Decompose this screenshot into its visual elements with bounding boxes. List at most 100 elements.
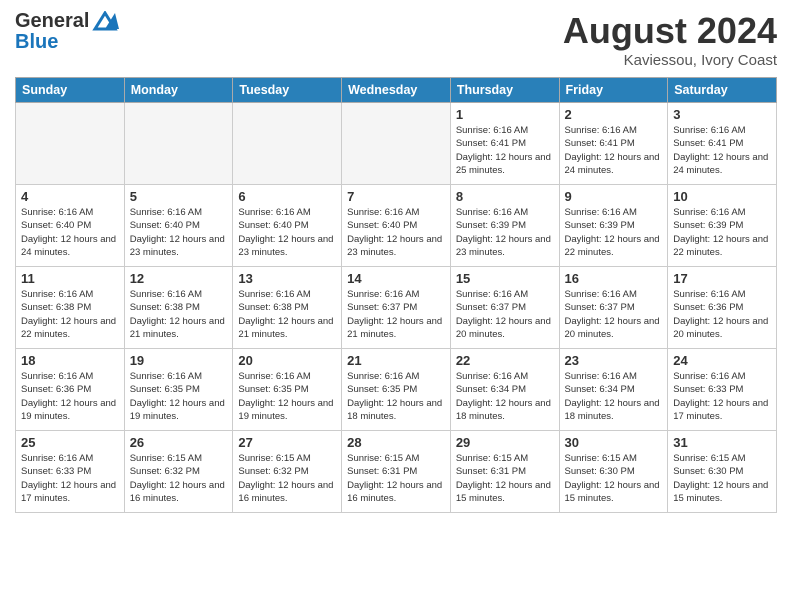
calendar-cell: 14Sunrise: 6:16 AM Sunset: 6:37 PM Dayli… — [342, 267, 451, 349]
day-info: Sunrise: 6:16 AM Sunset: 6:37 PM Dayligh… — [456, 288, 554, 341]
day-number: 21 — [347, 353, 445, 368]
day-info: Sunrise: 6:16 AM Sunset: 6:38 PM Dayligh… — [238, 288, 336, 341]
day-info: Sunrise: 6:15 AM Sunset: 6:31 PM Dayligh… — [347, 452, 445, 505]
logo: General Blue — [15, 10, 119, 54]
day-number: 10 — [673, 189, 771, 204]
weekday-header-tuesday: Tuesday — [233, 78, 342, 103]
weekday-header-wednesday: Wednesday — [342, 78, 451, 103]
day-info: Sunrise: 6:15 AM Sunset: 6:32 PM Dayligh… — [130, 452, 228, 505]
day-info: Sunrise: 6:16 AM Sunset: 6:33 PM Dayligh… — [21, 452, 119, 505]
calendar-cell: 5 Sunrise: 6:16 AM Sunset: 6:40 PM Daylig… — [124, 185, 233, 267]
day-number: 2 — [565, 107, 663, 122]
calendar-cell: 26 Sunrise: 6:15 AM Sunset: 6:32 PM Dayli… — [124, 431, 233, 513]
calendar-cell: 13 Sunrise: 6:16 AM Sunset: 6:38 PM Dayli… — [233, 267, 342, 349]
calendar-cell — [124, 103, 233, 185]
day-info: Sunrise: 6:16 AM Sunset: 6:41 PM Dayligh… — [673, 124, 771, 177]
calendar-cell: 15 Sunrise: 6:16 AM Sunset: 6:37 PM Dayli… — [450, 267, 559, 349]
day-info: Sunrise: 6:16 AM Sunset: 6:38 PM Dayligh… — [130, 288, 228, 341]
day-info: Sunrise: 6:16 AM Sunset: 6:38 PM Dayligh… — [21, 288, 119, 341]
calendar-cell: 8Sunrise: 6:16 AM Sunset: 6:39 PM Daylig… — [450, 185, 559, 267]
calendar-cell: 22Sunrise: 6:16 AM Sunset: 6:34 PM Dayli… — [450, 349, 559, 431]
day-number: 12 — [130, 271, 228, 286]
day-number: 25 — [21, 435, 119, 450]
calendar-cell: 6 Sunrise: 6:16 AM Sunset: 6:40 PM Daylig… — [233, 185, 342, 267]
calendar-cell: 19 Sunrise: 6:16 AM Sunset: 6:35 PM Dayli… — [124, 349, 233, 431]
calendar-cell: 4 Sunrise: 6:16 AM Sunset: 6:40 PM Daylig… — [16, 185, 125, 267]
day-number: 15 — [456, 271, 554, 286]
calendar-cell: 31 Sunrise: 6:15 AM Sunset: 6:30 PM Dayli… — [668, 431, 777, 513]
calendar-cell: 17 Sunrise: 6:16 AM Sunset: 6:36 PM Dayli… — [668, 267, 777, 349]
day-info: Sunrise: 6:16 AM Sunset: 6:40 PM Dayligh… — [238, 206, 336, 259]
calendar-cell: 1 Sunrise: 6:16 AM Sunset: 6:41 PM Daylig… — [450, 103, 559, 185]
day-number: 3 — [673, 107, 771, 122]
calendar-cell: 30Sunrise: 6:15 AM Sunset: 6:30 PM Dayli… — [559, 431, 668, 513]
day-info: Sunrise: 6:16 AM Sunset: 6:37 PM Dayligh… — [565, 288, 663, 341]
day-info: Sunrise: 6:16 AM Sunset: 6:39 PM Dayligh… — [673, 206, 771, 259]
day-number: 31 — [673, 435, 771, 450]
calendar-cell: 10 Sunrise: 6:16 AM Sunset: 6:39 PM Dayli… — [668, 185, 777, 267]
weekday-header-thursday: Thursday — [450, 78, 559, 103]
location-title: Kaviessou, Ivory Coast — [563, 52, 777, 69]
day-number: 7 — [347, 189, 445, 204]
day-number: 22 — [456, 353, 554, 368]
day-number: 11 — [21, 271, 119, 286]
calendar-cell: 2 Sunrise: 6:16 AM Sunset: 6:41 PM Daylig… — [559, 103, 668, 185]
day-number: 20 — [238, 353, 336, 368]
calendar-cell: 27 Sunrise: 6:15 AM Sunset: 6:32 PM Dayli… — [233, 431, 342, 513]
day-info: Sunrise: 6:16 AM Sunset: 6:39 PM Dayligh… — [456, 206, 554, 259]
calendar-table: SundayMondayTuesdayWednesdayThursdayFrid… — [15, 77, 777, 513]
day-info: Sunrise: 6:16 AM Sunset: 6:35 PM Dayligh… — [238, 370, 336, 423]
day-number: 23 — [565, 353, 663, 368]
calendar-cell: 16 Sunrise: 6:16 AM Sunset: 6:37 PM Dayli… — [559, 267, 668, 349]
day-number: 28 — [347, 435, 445, 450]
day-info: Sunrise: 6:16 AM Sunset: 6:39 PM Dayligh… — [565, 206, 663, 259]
calendar-cell: 18 Sunrise: 6:16 AM Sunset: 6:36 PM Dayli… — [16, 349, 125, 431]
day-number: 17 — [673, 271, 771, 286]
day-info: Sunrise: 6:16 AM Sunset: 6:40 PM Dayligh… — [347, 206, 445, 259]
day-number: 30 — [565, 435, 663, 450]
calendar-cell: 12 Sunrise: 6:16 AM Sunset: 6:38 PM Dayli… — [124, 267, 233, 349]
day-number: 1 — [456, 107, 554, 122]
day-info: Sunrise: 6:16 AM Sunset: 6:40 PM Dayligh… — [130, 206, 228, 259]
day-number: 13 — [238, 271, 336, 286]
day-number: 19 — [130, 353, 228, 368]
calendar-cell: 24 Sunrise: 6:16 AM Sunset: 6:33 PM Dayli… — [668, 349, 777, 431]
calendar-cell: 11 Sunrise: 6:16 AM Sunset: 6:38 PM Dayli… — [16, 267, 125, 349]
day-number: 29 — [456, 435, 554, 450]
day-info: Sunrise: 6:16 AM Sunset: 6:33 PM Dayligh… — [673, 370, 771, 423]
calendar-cell: 3 Sunrise: 6:16 AM Sunset: 6:41 PM Daylig… — [668, 103, 777, 185]
day-number: 16 — [565, 271, 663, 286]
weekday-header-sunday: Sunday — [16, 78, 125, 103]
day-info: Sunrise: 6:16 AM Sunset: 6:36 PM Dayligh… — [21, 370, 119, 423]
calendar-cell: 9 Sunrise: 6:16 AM Sunset: 6:39 PM Daylig… — [559, 185, 668, 267]
calendar-cell: 7 Sunrise: 6:16 AM Sunset: 6:40 PM Daylig… — [342, 185, 451, 267]
day-info: Sunrise: 6:16 AM Sunset: 6:41 PM Dayligh… — [456, 124, 554, 177]
calendar-cell: 25 Sunrise: 6:16 AM Sunset: 6:33 PM Dayli… — [16, 431, 125, 513]
day-info: Sunrise: 6:16 AM Sunset: 6:40 PM Dayligh… — [21, 206, 119, 259]
weekday-header-saturday: Saturday — [668, 78, 777, 103]
day-number: 9 — [565, 189, 663, 204]
day-info: Sunrise: 6:16 AM Sunset: 6:41 PM Dayligh… — [565, 124, 663, 177]
calendar-cell: 21Sunrise: 6:16 AM Sunset: 6:35 PM Dayli… — [342, 349, 451, 431]
page-container: General Blue August 2024 Kaviessou, Ivor… — [0, 0, 792, 523]
day-number: 18 — [21, 353, 119, 368]
day-number: 24 — [673, 353, 771, 368]
calendar-cell: 23Sunrise: 6:16 AM Sunset: 6:34 PM Dayli… — [559, 349, 668, 431]
day-info: Sunrise: 6:15 AM Sunset: 6:30 PM Dayligh… — [673, 452, 771, 505]
day-number: 26 — [130, 435, 228, 450]
weekday-header-monday: Monday — [124, 78, 233, 103]
day-number: 5 — [130, 189, 228, 204]
header: General Blue August 2024 Kaviessou, Ivor… — [15, 10, 777, 69]
calendar-cell — [16, 103, 125, 185]
day-info: Sunrise: 6:16 AM Sunset: 6:35 PM Dayligh… — [130, 370, 228, 423]
day-info: Sunrise: 6:16 AM Sunset: 6:36 PM Dayligh… — [673, 288, 771, 341]
calendar-cell: 20 Sunrise: 6:16 AM Sunset: 6:35 PM Dayli… — [233, 349, 342, 431]
day-info: Sunrise: 6:15 AM Sunset: 6:31 PM Dayligh… — [456, 452, 554, 505]
day-number: 27 — [238, 435, 336, 450]
logo-general: General — [15, 10, 89, 33]
day-number: 6 — [238, 189, 336, 204]
day-number: 4 — [21, 189, 119, 204]
day-info: Sunrise: 6:15 AM Sunset: 6:32 PM Dayligh… — [238, 452, 336, 505]
logo-blue: Blue — [15, 31, 58, 54]
calendar-cell — [342, 103, 451, 185]
